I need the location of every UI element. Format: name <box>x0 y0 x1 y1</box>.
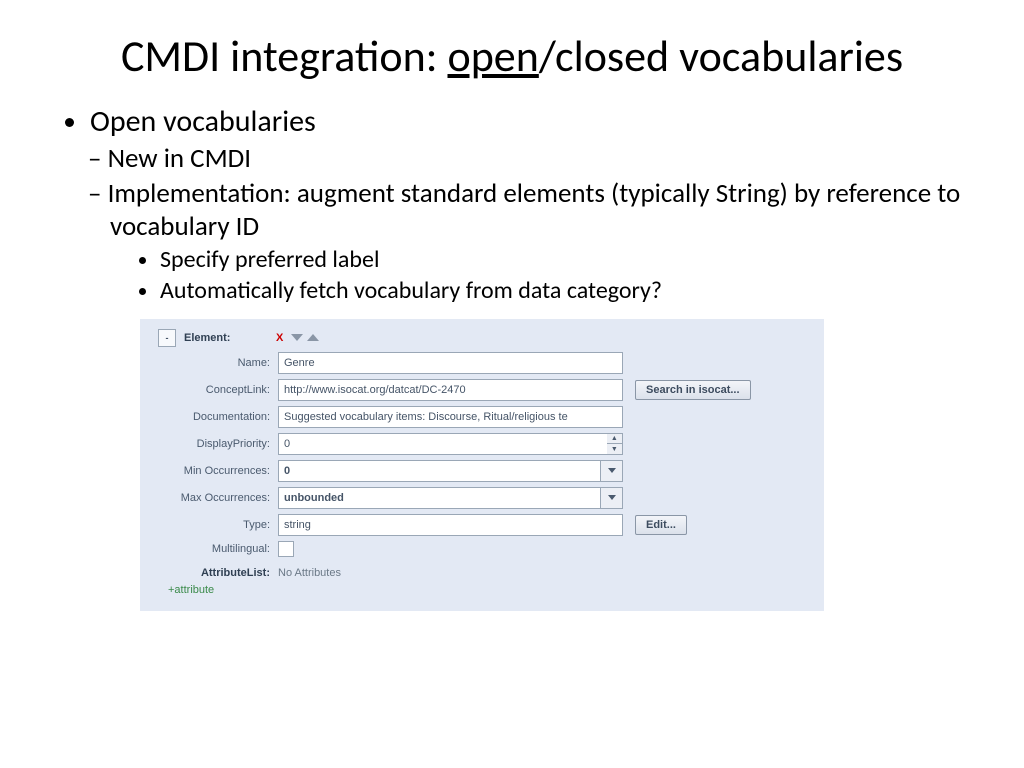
max-occurrences-label: Max Occurrences: <box>152 492 278 504</box>
slide-title: CMDI integration: open/closed vocabulari… <box>60 30 964 83</box>
type-input[interactable] <box>278 514 623 536</box>
bullet-l1-text: Open vocabularies <box>90 103 316 140</box>
title-underlined: open <box>447 29 538 83</box>
move-up-icon[interactable] <box>307 334 319 341</box>
conceptlink-label: ConceptLink: <box>152 384 278 396</box>
conceptlink-input[interactable] <box>278 379 623 401</box>
edit-type-button[interactable]: Edit... <box>635 515 687 535</box>
move-down-icon[interactable] <box>291 334 303 341</box>
title-pre: CMDI integration: <box>121 29 448 83</box>
attributelist-label: AttributeList: <box>152 567 278 579</box>
bullet-l1: Open vocabularies New in CMDI Implementa… <box>90 103 964 305</box>
delete-icon[interactable]: X <box>276 332 283 344</box>
element-header-row: - Element: X <box>152 329 812 347</box>
documentation-input[interactable] <box>278 406 623 428</box>
bullet-list: Open vocabularies New in CMDI Implementa… <box>60 103 964 305</box>
element-heading: Element: <box>184 332 230 344</box>
documentation-label: Documentation: <box>152 411 278 423</box>
max-occurrences-dropdown-icon[interactable] <box>600 487 623 509</box>
min-occurrences-dropdown-icon[interactable] <box>600 460 623 482</box>
name-input[interactable] <box>278 352 623 374</box>
bullet-l3a: Specify preferred label <box>160 245 964 274</box>
element-form-panel: - Element: X Name: ConceptLink: Search i… <box>140 319 824 611</box>
bullet-l3b: Automatically fetch vocabulary from data… <box>160 276 964 305</box>
add-attribute-link[interactable]: +attribute <box>168 584 214 596</box>
search-isocat-button[interactable]: Search in isocat... <box>635 380 751 400</box>
max-occurrences-input[interactable] <box>278 487 600 509</box>
min-occurrences-input[interactable] <box>278 460 600 482</box>
collapse-button[interactable]: - <box>158 329 176 347</box>
bullet-l2b: Implementation: augment standard element… <box>110 177 964 305</box>
title-post: /closed vocabularies <box>539 29 903 83</box>
multilingual-checkbox[interactable] <box>278 541 294 557</box>
type-label: Type: <box>152 519 278 531</box>
bullet-l2a: New in CMDI <box>110 142 964 175</box>
name-label: Name: <box>152 357 278 369</box>
displaypriority-label: DisplayPriority: <box>152 438 278 450</box>
priority-up-icon[interactable]: ▲ <box>607 434 622 445</box>
multilingual-label: Multilingual: <box>152 543 278 555</box>
min-occurrences-label: Min Occurrences: <box>152 465 278 477</box>
priority-down-icon[interactable]: ▼ <box>607 444 622 454</box>
bullet-l2b-text: Implementation: augment standard element… <box>108 177 961 243</box>
no-attributes-text: No Attributes <box>278 567 623 579</box>
displaypriority-input[interactable] <box>278 433 607 455</box>
